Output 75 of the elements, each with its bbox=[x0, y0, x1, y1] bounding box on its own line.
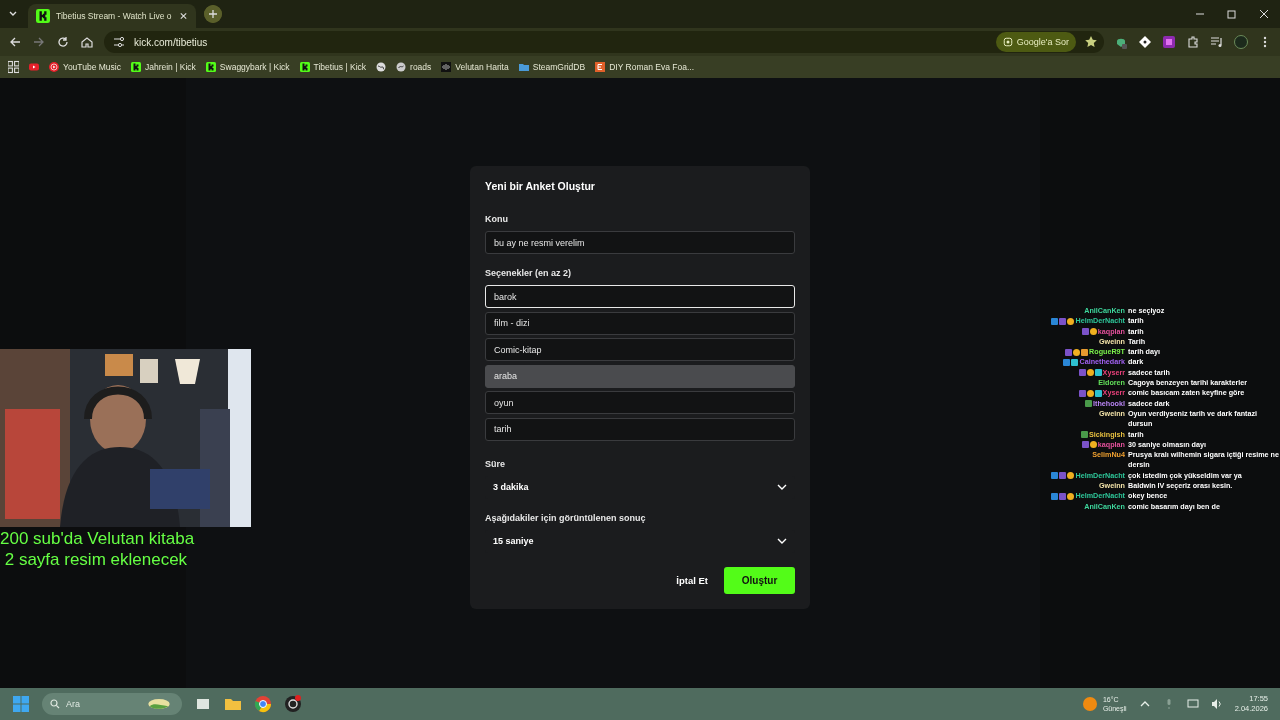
bookmark[interactable]: roads bbox=[396, 62, 432, 72]
bookmark[interactable]: SteamGridDB bbox=[518, 62, 586, 72]
media-icon[interactable] bbox=[1210, 35, 1224, 49]
extension-icon[interactable] bbox=[1138, 35, 1152, 49]
input-field[interactable]: Comic-kitap bbox=[485, 338, 795, 361]
coin-badge-icon bbox=[1086, 389, 1094, 397]
folder-icon bbox=[518, 62, 529, 72]
badge-icon bbox=[1081, 328, 1089, 336]
badge-icon bbox=[1059, 472, 1067, 480]
bookmark[interactable]: Jahrein | Kick bbox=[130, 62, 196, 72]
globe-icon[interactable] bbox=[376, 62, 387, 72]
bookmark[interactable]: Velutan Harita bbox=[441, 62, 509, 72]
browser-tab[interactable]: Tibetius Stream - Watch Live o bbox=[28, 4, 196, 28]
browser-icon[interactable] bbox=[254, 695, 272, 713]
letter-e-icon bbox=[595, 62, 606, 72]
sword-badge-icon bbox=[1051, 317, 1059, 325]
coin-badge-icon bbox=[1086, 369, 1094, 377]
speaker-icon[interactable] bbox=[1210, 698, 1223, 710]
input-field[interactable]: barok bbox=[485, 285, 795, 308]
new-tab-icon[interactable] bbox=[204, 5, 222, 23]
music-play-icon bbox=[49, 62, 59, 72]
dialog-title: Yeni bir Anket Oluştur bbox=[485, 180, 596, 192]
star-icon[interactable] bbox=[1084, 35, 1098, 49]
sword-badge-icon bbox=[1051, 472, 1059, 480]
bookmark[interactable]: Swaggybark | Kick bbox=[205, 62, 290, 72]
input-field[interactable]: film - dizi bbox=[485, 311, 795, 335]
ask-google-button[interactable]: Google'a Sor bbox=[995, 32, 1076, 52]
lens-icon bbox=[1002, 35, 1013, 49]
coin-badge-icon bbox=[1067, 317, 1075, 325]
badge-icon bbox=[1059, 317, 1067, 325]
recorder-icon[interactable] bbox=[284, 695, 302, 713]
bookmark[interactable]: Tibetius | Kick bbox=[299, 62, 367, 72]
field-label: Süre bbox=[485, 458, 506, 469]
kick-logo-icon bbox=[299, 62, 310, 72]
back-icon[interactable] bbox=[8, 35, 22, 49]
field-label: Seçenekler (en az 2) bbox=[485, 268, 573, 278]
cancel-button[interactable]: İptal Et bbox=[672, 568, 712, 592]
sword-badge-icon bbox=[1063, 359, 1071, 366]
display-icon[interactable] bbox=[1186, 698, 1199, 710]
bookmark[interactable]: YouTube Music bbox=[49, 62, 121, 72]
search-icon bbox=[50, 699, 60, 709]
create-button[interactable]: Oluştur bbox=[724, 566, 795, 594]
chevron-down-icon bbox=[777, 537, 787, 545]
input-field[interactable]: tarih bbox=[485, 417, 795, 441]
sun-icon bbox=[1082, 697, 1097, 711]
address-bar[interactable]: kick.com/tibetius Google'a Sor bbox=[104, 31, 1104, 53]
site-settings-icon[interactable] bbox=[112, 35, 126, 49]
video-play-icon[interactable] bbox=[29, 62, 39, 72]
apps-icon[interactable] bbox=[8, 60, 19, 74]
badge-icon bbox=[1059, 492, 1067, 500]
kick-logo-icon bbox=[130, 62, 141, 72]
kick-logo-icon bbox=[205, 62, 216, 72]
coin-badge-icon bbox=[1089, 328, 1097, 336]
coin-badge-icon bbox=[1067, 472, 1075, 480]
kick-logo-icon bbox=[36, 9, 50, 23]
bookmark[interactable]: DIY Roman Eva Foa... bbox=[595, 62, 695, 72]
disc-icon bbox=[396, 62, 407, 72]
windows-start-icon[interactable] bbox=[12, 695, 30, 713]
coin-badge-icon bbox=[1073, 348, 1081, 356]
reload-icon[interactable] bbox=[56, 35, 70, 49]
chevron-down-icon bbox=[777, 483, 787, 491]
sword-badge-icon bbox=[1051, 492, 1059, 500]
input-field[interactable]: bu ay ne resmi verelim bbox=[485, 231, 795, 254]
profile-avatar-icon[interactable] bbox=[1234, 35, 1248, 49]
coin-badge-icon bbox=[1089, 441, 1097, 449]
forward-icon[interactable] bbox=[32, 35, 46, 49]
home-icon[interactable] bbox=[80, 35, 94, 49]
stream-banner-text: 200 sub'da Velutan kitaba 2 sayfa resim eklenecek bbox=[0, 528, 195, 570]
search-field[interactable]: Ara bbox=[42, 693, 182, 715]
coin-badge-icon bbox=[1067, 492, 1075, 500]
field-label: Aşağıdakiler için görüntülenen sonuç bbox=[485, 512, 647, 523]
puzzle-icon[interactable] bbox=[1186, 35, 1200, 49]
field-label: Konu bbox=[485, 214, 509, 224]
input-field[interactable]: araba bbox=[485, 364, 795, 388]
input-field[interactable]: oyun bbox=[485, 391, 795, 414]
